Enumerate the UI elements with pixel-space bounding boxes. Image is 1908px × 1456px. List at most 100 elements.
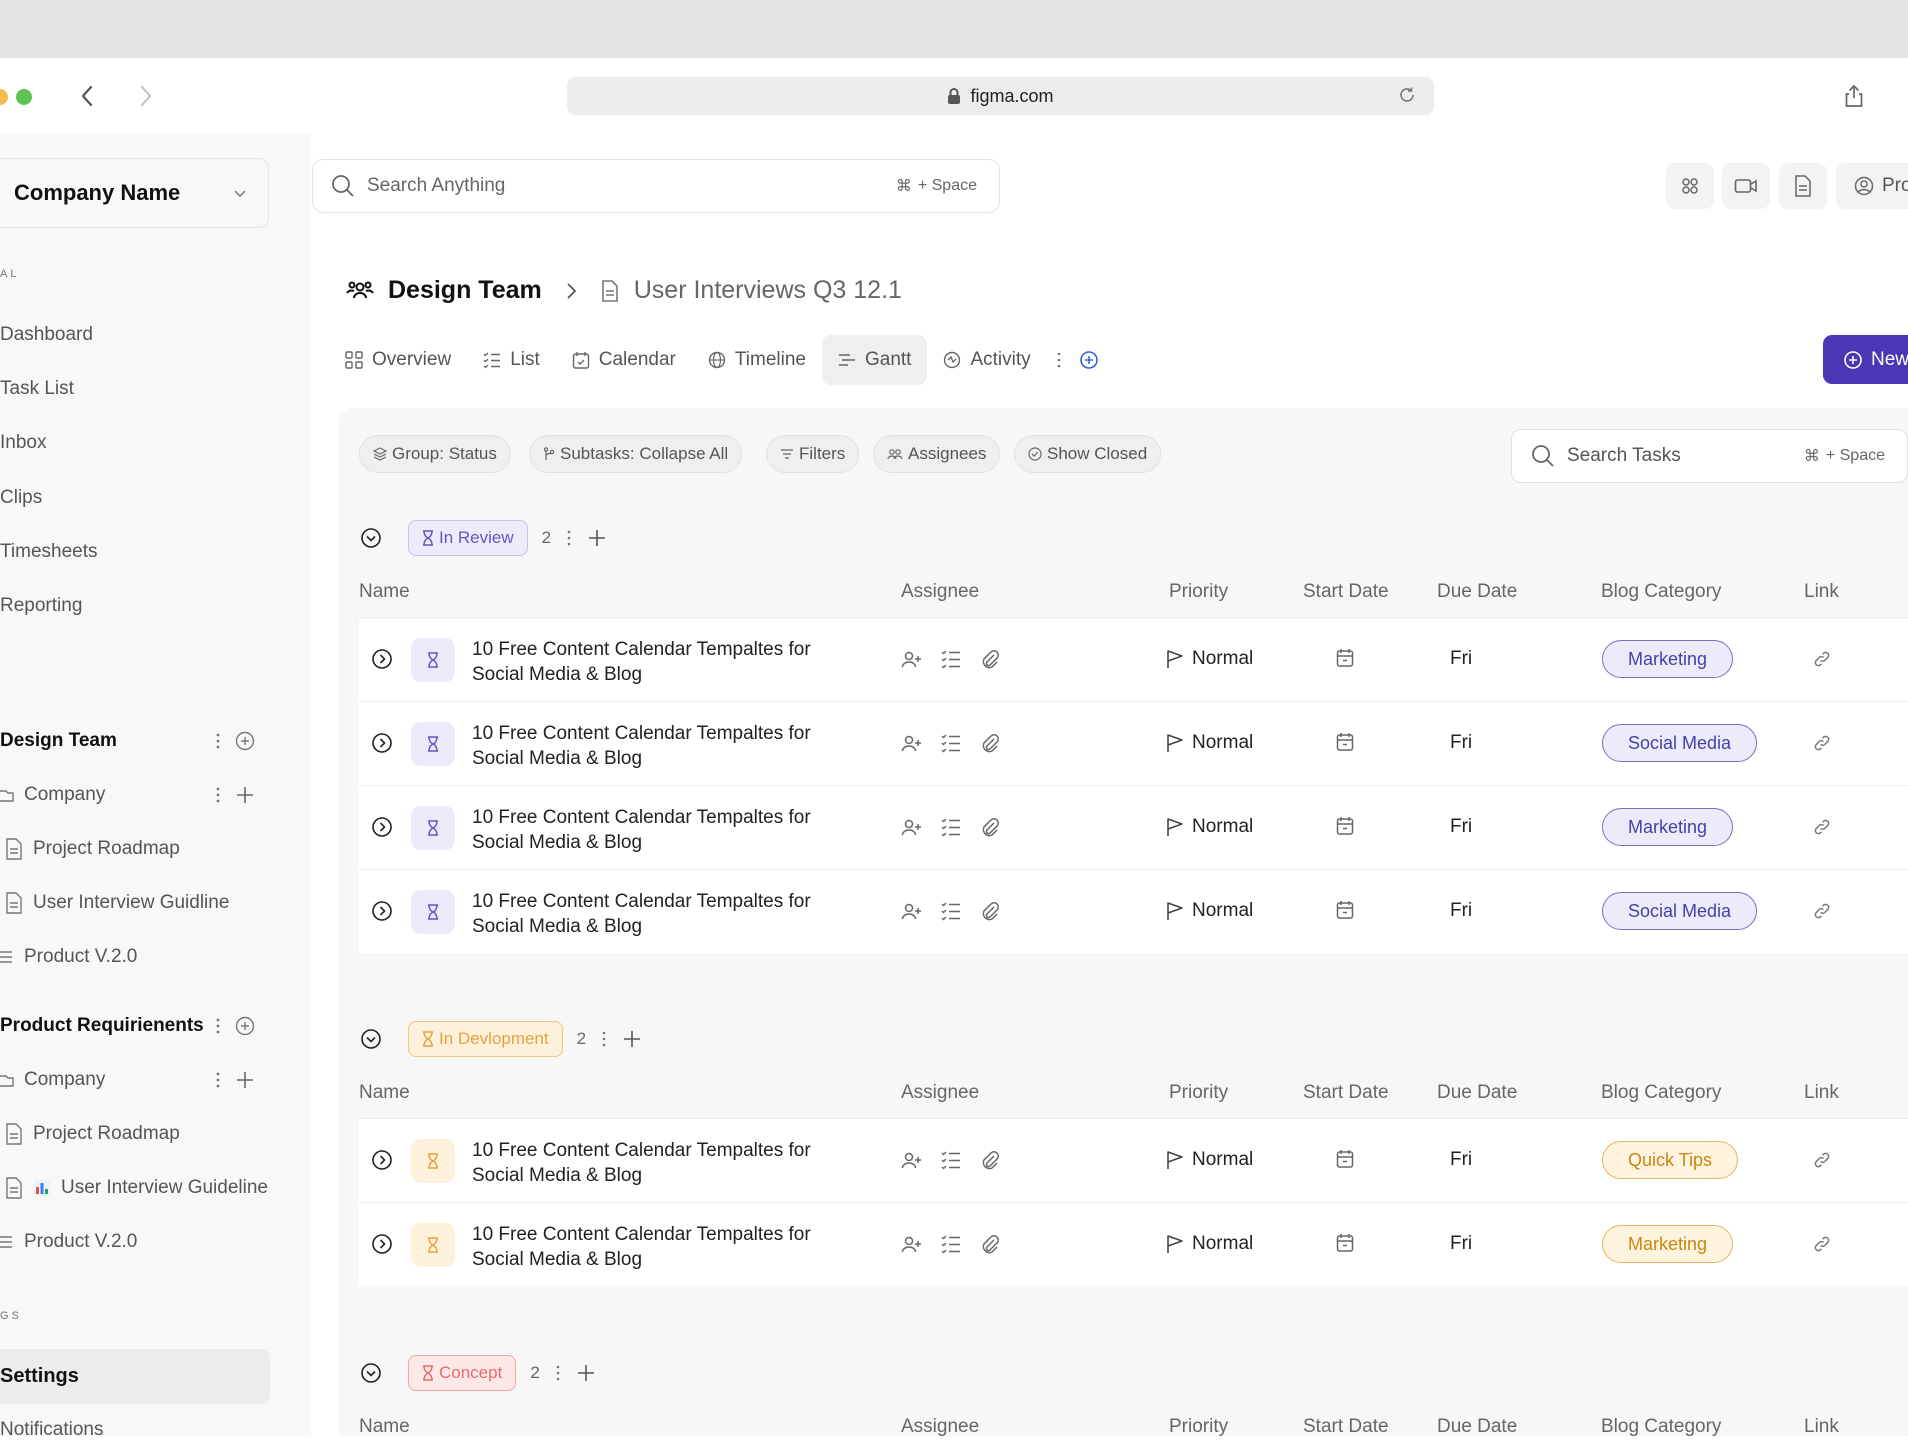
forward-icon[interactable] bbox=[137, 84, 155, 108]
sidebar-item-settings[interactable]: Settings bbox=[0, 1349, 270, 1404]
column-header[interactable]: Due Date bbox=[1437, 1082, 1517, 1104]
sidebar-list-product-v2[interactable]: Product V.2.0 bbox=[0, 1231, 137, 1253]
sidebar-folder-company[interactable]: Company bbox=[0, 1069, 105, 1091]
column-header[interactable]: Assignee bbox=[901, 1082, 979, 1104]
due-date[interactable]: Fri bbox=[1450, 816, 1472, 838]
plus-icon[interactable] bbox=[234, 784, 256, 806]
expand-subtasks-icon[interactable] bbox=[371, 900, 393, 922]
collapse-group-icon[interactable] bbox=[360, 527, 382, 549]
collapse-group-icon[interactable] bbox=[360, 1362, 382, 1384]
status-badge[interactable]: Concept bbox=[408, 1355, 517, 1391]
sidebar-item-inbox[interactable]: Inbox bbox=[0, 432, 46, 454]
attachment-icon[interactable] bbox=[980, 817, 1000, 837]
expand-subtasks-icon[interactable] bbox=[371, 732, 393, 754]
column-header[interactable]: Due Date bbox=[1437, 581, 1517, 603]
add-task-icon[interactable] bbox=[622, 1029, 642, 1049]
tab-timeline[interactable]: Timeline bbox=[692, 335, 822, 385]
assign-user-icon[interactable] bbox=[901, 901, 923, 921]
more-options-icon[interactable] bbox=[212, 784, 224, 806]
assignees-chip[interactable]: Assignees bbox=[873, 435, 1001, 473]
plus-icon[interactable] bbox=[234, 1069, 256, 1091]
start-date-calendar-icon[interactable] bbox=[1336, 1149, 1354, 1169]
sidebar-folder-company[interactable]: Company bbox=[0, 784, 105, 806]
task-name[interactable]: 10 Free Content Calendar Tempaltes for S… bbox=[472, 637, 812, 687]
expand-subtasks-icon[interactable] bbox=[371, 816, 393, 838]
link-icon[interactable] bbox=[1812, 901, 1832, 921]
checklist-icon[interactable] bbox=[941, 733, 961, 753]
task-name[interactable]: 10 Free Content Calendar Tempaltes for S… bbox=[472, 805, 812, 855]
start-date-calendar-icon[interactable] bbox=[1336, 816, 1354, 836]
blog-category-tag[interactable]: Marketing bbox=[1602, 808, 1734, 846]
sidebar-doc-user-interview-guideline[interactable]: User Interview Guideline bbox=[5, 1177, 268, 1199]
add-circle-icon[interactable] bbox=[234, 1015, 256, 1037]
task-status-icon[interactable] bbox=[411, 806, 455, 850]
column-header[interactable]: Due Date bbox=[1437, 1416, 1517, 1438]
status-badge[interactable]: In Devlopment bbox=[408, 1021, 563, 1057]
priority-cell[interactable]: Normal bbox=[1166, 1149, 1253, 1171]
blog-category-tag[interactable]: Marketing bbox=[1602, 1225, 1734, 1263]
add-task-icon[interactable] bbox=[587, 528, 607, 548]
workspace-switcher[interactable]: Company Name bbox=[0, 158, 269, 228]
priority-cell[interactable]: Normal bbox=[1166, 900, 1253, 922]
column-header[interactable]: Link bbox=[1804, 1416, 1839, 1438]
apps-button[interactable] bbox=[1666, 163, 1714, 209]
assign-user-icon[interactable] bbox=[901, 1150, 923, 1170]
task-name[interactable]: 10 Free Content Calendar Tempaltes for S… bbox=[472, 889, 812, 939]
blog-category-tag[interactable]: Quick Tips bbox=[1602, 1141, 1739, 1179]
column-header[interactable]: Blog Category bbox=[1601, 581, 1721, 603]
profile-button[interactable]: Pro bbox=[1836, 163, 1908, 209]
task-search-input[interactable]: Search Tasks ⌘ + Space bbox=[1511, 429, 1908, 483]
table-row[interactable]: 10 Free Content Calendar Tempaltes for S… bbox=[359, 701, 1908, 785]
attachment-icon[interactable] bbox=[980, 649, 1000, 669]
checklist-icon[interactable] bbox=[941, 649, 961, 669]
task-status-icon[interactable] bbox=[411, 638, 455, 682]
group-more-icon[interactable] bbox=[600, 1029, 608, 1049]
sidebar-doc-user-interview-guidline[interactable]: User Interview Guidline bbox=[5, 892, 229, 914]
start-date-calendar-icon[interactable] bbox=[1336, 1233, 1354, 1253]
new-task-button[interactable]: New bbox=[1823, 335, 1908, 384]
group-by-chip[interactable]: Group: Status bbox=[359, 435, 511, 473]
task-status-icon[interactable] bbox=[411, 722, 455, 766]
add-task-icon[interactable] bbox=[576, 1363, 596, 1383]
breadcrumb-doc[interactable]: User Interviews Q3 12.1 bbox=[634, 276, 902, 305]
more-options-icon[interactable] bbox=[212, 730, 224, 752]
tab-overview[interactable]: Overview bbox=[345, 335, 467, 385]
start-date-calendar-icon[interactable] bbox=[1336, 900, 1354, 920]
task-name[interactable]: 10 Free Content Calendar Tempaltes for S… bbox=[472, 1138, 812, 1188]
due-date[interactable]: Fri bbox=[1450, 648, 1472, 670]
reload-icon[interactable] bbox=[1398, 86, 1416, 104]
sidebar-space-product-requirements[interactable]: Product Requirienents bbox=[0, 1015, 204, 1037]
column-header[interactable]: Assignee bbox=[901, 1416, 979, 1438]
checklist-icon[interactable] bbox=[941, 1234, 961, 1254]
start-date-calendar-icon[interactable] bbox=[1336, 732, 1354, 752]
link-icon[interactable] bbox=[1812, 1150, 1832, 1170]
priority-cell[interactable]: Normal bbox=[1166, 648, 1253, 670]
notes-button[interactable] bbox=[1779, 163, 1827, 209]
task-status-icon[interactable] bbox=[411, 890, 455, 934]
table-row[interactable]: 10 Free Content Calendar Tempaltes for S… bbox=[359, 785, 1908, 869]
more-options-icon[interactable] bbox=[212, 1069, 224, 1091]
expand-subtasks-icon[interactable] bbox=[371, 1149, 393, 1171]
checklist-icon[interactable] bbox=[941, 1150, 961, 1170]
assign-user-icon[interactable] bbox=[901, 1234, 923, 1254]
sidebar-item-notifications[interactable]: Notifications bbox=[0, 1419, 104, 1441]
group-more-icon[interactable] bbox=[554, 1363, 562, 1383]
priority-cell[interactable]: Normal bbox=[1166, 732, 1253, 754]
show-closed-chip[interactable]: Show Closed bbox=[1014, 435, 1162, 473]
sidebar-list-product-v2[interactable]: Product V.2.0 bbox=[0, 946, 137, 968]
column-header[interactable]: Start Date bbox=[1303, 1416, 1389, 1438]
checklist-icon[interactable] bbox=[941, 817, 961, 837]
column-header[interactable]: Name bbox=[359, 581, 410, 603]
due-date[interactable]: Fri bbox=[1450, 1233, 1472, 1255]
global-search-input[interactable]: Search Anything ⌘ + Space bbox=[312, 159, 1000, 213]
subtasks-chip[interactable]: Subtasks: Collapse All bbox=[529, 435, 743, 473]
due-date[interactable]: Fri bbox=[1450, 732, 1472, 754]
assign-user-icon[interactable] bbox=[901, 817, 923, 837]
task-status-icon[interactable] bbox=[411, 1223, 455, 1267]
column-header[interactable]: Priority bbox=[1169, 581, 1228, 603]
zoom-window-button[interactable] bbox=[16, 89, 32, 105]
tab-activity[interactable]: Activity bbox=[927, 335, 1046, 385]
due-date[interactable]: Fri bbox=[1450, 900, 1472, 922]
checklist-icon[interactable] bbox=[941, 901, 961, 921]
column-header[interactable]: Link bbox=[1804, 1082, 1839, 1104]
